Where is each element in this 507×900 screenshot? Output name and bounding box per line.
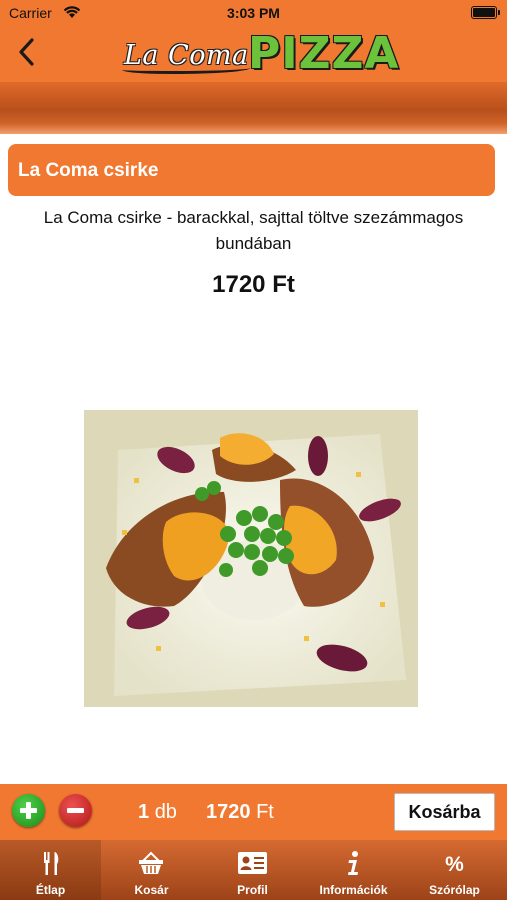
id-card-icon	[238, 852, 267, 874]
tab-label: Kosár	[134, 883, 169, 897]
product-name: La Coma csirke	[18, 160, 159, 181]
logo-main-text: PIZZA	[248, 28, 400, 79]
tab-bar: Étlap Kosár Profil Információk % Szóróla…	[0, 840, 507, 900]
order-bar: 1 db 1720 Ft Kosárba	[0, 784, 507, 840]
quantity-value: 1	[138, 801, 150, 823]
basket-icon	[139, 851, 163, 874]
minus-icon	[67, 808, 84, 813]
tab-informaciok[interactable]: Információk	[303, 840, 404, 900]
svg-text:%: %	[445, 853, 464, 876]
tab-label: Információk	[319, 883, 388, 897]
quantity-display: 1 db	[138, 801, 177, 824]
quantity-unit: db	[154, 801, 177, 823]
clock: 3:03 PM	[227, 5, 280, 21]
plus-icon	[20, 802, 37, 819]
total-value: 1720	[206, 801, 251, 823]
increase-quantity-button[interactable]	[12, 794, 45, 827]
fork-knife-icon	[44, 852, 59, 875]
tab-szorolap[interactable]: % Szórólap	[404, 840, 505, 900]
decrease-quantity-button[interactable]	[59, 794, 92, 827]
battery-icon	[471, 6, 500, 19]
tab-profil[interactable]: Profil	[202, 840, 303, 900]
total-currency: Ft	[256, 801, 274, 823]
tab-etlap[interactable]: Étlap	[0, 840, 101, 900]
nav-bar: La Coma PIZZA	[0, 26, 507, 82]
header-gradient-strip	[0, 82, 507, 134]
product-title-bar: La Coma csirke	[8, 144, 495, 196]
product-description: La Coma csirke - barackkal, sajttal tölt…	[43, 208, 464, 253]
tab-kosar[interactable]: Kosár	[101, 840, 202, 900]
status-bar: Carrier 3:03 PM	[0, 0, 507, 26]
tab-label: Étlap	[35, 883, 66, 897]
info-icon	[348, 851, 358, 875]
order-total: 1720 Ft	[206, 801, 274, 824]
dish-photo	[84, 410, 418, 707]
back-arrow-icon[interactable]	[12, 34, 42, 70]
add-to-cart-button[interactable]: Kosárba	[394, 793, 495, 831]
tab-label: Szórólap	[429, 883, 480, 897]
product-price: 1720 Ft	[212, 271, 295, 298]
logo-swoosh	[122, 64, 250, 74]
app-logo: La Coma PIZZA	[122, 28, 398, 80]
percent-icon: %	[445, 853, 464, 876]
tab-label: Profil	[237, 883, 268, 897]
